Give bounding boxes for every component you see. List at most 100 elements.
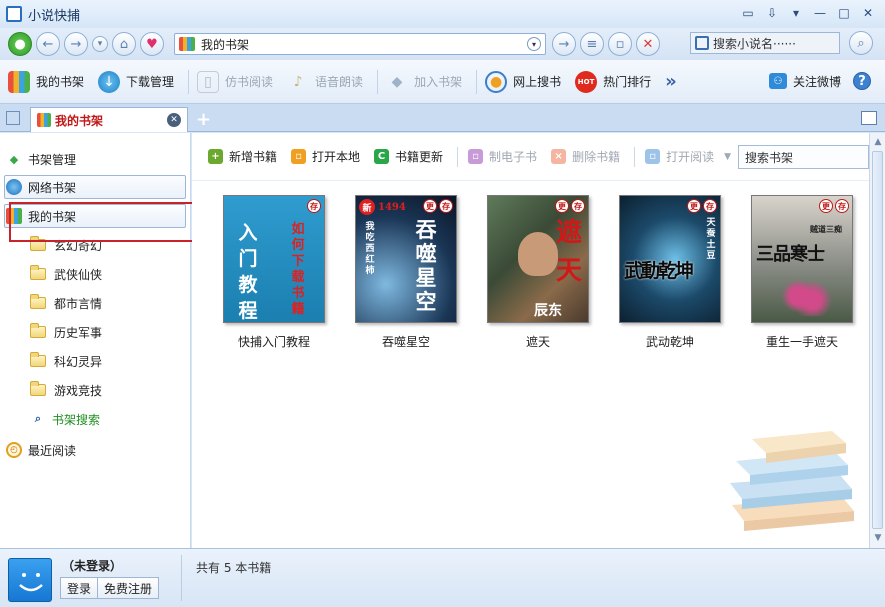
- forward-button[interactable]: →: [64, 32, 88, 56]
- stored-badge: 存: [307, 199, 321, 213]
- home-icon[interactable]: ⌂: [112, 32, 136, 56]
- window-layout-icon[interactable]: [861, 111, 877, 125]
- follow-weibo-button[interactable]: ⚇ 关注微博: [768, 73, 841, 90]
- list-icon[interactable]: ≡: [580, 32, 604, 56]
- tab-my-bookshelf[interactable]: 我的书架 ✕: [30, 107, 188, 132]
- sidebar-item-label: 书架搜索: [52, 412, 101, 427]
- update-badge: 更: [423, 199, 437, 213]
- sidebar-folder-5[interactable]: 游戏竞技: [30, 379, 102, 401]
- folder-icon: [30, 294, 46, 309]
- panel-toggle-icon[interactable]: [6, 111, 20, 125]
- back-button[interactable]: ←: [36, 32, 60, 56]
- toolbar-more[interactable]: »: [665, 71, 677, 92]
- search-icon[interactable]: ⌕: [849, 31, 873, 55]
- book-cover[interactable]: 更 存 武動乾坤 天蚕土豆: [619, 195, 721, 323]
- book-title[interactable]: 遮天: [472, 333, 604, 350]
- toolbar-add-to-shelf[interactable]: ◆ 加入书架: [386, 71, 462, 93]
- more-chevron-icon: »: [665, 71, 677, 92]
- sidebar-item-manage[interactable]: ◆ 书架管理: [6, 148, 76, 170]
- download-globe-icon: ↓: [98, 70, 121, 93]
- history-dropdown-icon[interactable]: ▾: [92, 36, 108, 52]
- toolbar-hot-ranking[interactable]: HOT 热门排行: [575, 70, 651, 93]
- scroll-up-icon[interactable]: ▲: [873, 137, 883, 147]
- new-tab-plus-icon[interactable]: +: [196, 109, 211, 130]
- open-book-icon: ▯: [197, 70, 220, 93]
- book-badges: 更 存: [423, 199, 453, 213]
- book-cover[interactable]: 更 存 三品寒士 贼道三痴: [751, 195, 853, 323]
- window-controls: ▭ ⇩ ▾ — □ ✕: [741, 6, 875, 20]
- book-title[interactable]: 吞噬星空: [340, 333, 472, 350]
- page-icon[interactable]: ▫: [608, 32, 632, 56]
- shelf-toolbar-label: 删除书籍: [572, 150, 621, 164]
- sidebar-item-recent[interactable]: ◴ 最近阅读: [6, 439, 76, 461]
- book-item[interactable]: 存 入门教程 如何下载书籍 快捕入门教程: [208, 195, 340, 350]
- chat-icon[interactable]: ▭: [741, 6, 755, 20]
- toolbar-voice-read[interactable]: ♪ 语音朗读: [287, 71, 363, 93]
- open-read-button[interactable]: ▫ 打开阅读 ▼: [645, 148, 731, 165]
- toolbar-my-bookshelf[interactable]: 我的书架: [8, 70, 84, 93]
- sidebar: ◆ 书架管理 网络书架 我的书架 玄幻奇幻 武侠仙侠 都市言情 历史军事 科幻灵…: [0, 133, 191, 548]
- close-icon[interactable]: ✕: [861, 6, 875, 20]
- shelf-search-input[interactable]: 搜索书架: [738, 145, 869, 169]
- address-dropdown-icon[interactable]: ▾: [527, 37, 541, 51]
- stored-badge: 存: [439, 199, 453, 213]
- sidebar-folder-2[interactable]: 都市言情: [30, 292, 102, 314]
- book-title[interactable]: 快捕入门教程: [208, 333, 340, 350]
- register-button[interactable]: 免费注册: [98, 577, 160, 599]
- sidebar-folder-1[interactable]: 武侠仙侠: [30, 263, 102, 285]
- book-item[interactable]: 更 存 遮天 辰东 遮天: [472, 195, 604, 350]
- open-local-button[interactable]: ▫ 打开本地: [291, 148, 360, 165]
- toolbar-book-reading[interactable]: ▯ 仿书阅读: [197, 70, 273, 93]
- add-books-icon: ◆: [391, 73, 403, 90]
- favorite-heart-icon[interactable]: ♥: [140, 32, 164, 56]
- book-cover[interactable]: 新 1494 更 存 吞噬星空 我吃西红柿: [355, 195, 457, 323]
- book-item[interactable]: 更 存 武動乾坤 天蚕土豆 武动乾坤: [604, 195, 736, 350]
- vertical-scrollbar[interactable]: ▲ ▼: [869, 133, 885, 548]
- update-books-button[interactable]: C 书籍更新: [374, 148, 443, 165]
- book-title[interactable]: 武动乾坤: [604, 333, 736, 350]
- folder-icon: [30, 323, 46, 338]
- address-bar[interactable]: 我的书架 ▾: [174, 33, 546, 55]
- stop-icon[interactable]: ✕: [636, 32, 660, 56]
- sidebar-item-online-shelf[interactable]: 网络书架: [6, 176, 76, 198]
- tab-bar: 我的书架 ✕ +: [0, 104, 885, 132]
- go-button[interactable]: →: [552, 32, 576, 56]
- minimize-icon[interactable]: —: [813, 6, 827, 20]
- sidebar-item-shelf-search[interactable]: ⌕ 书架搜索: [30, 408, 100, 430]
- scroll-down-icon[interactable]: ▼: [873, 533, 883, 543]
- sidebar-item-label: 最近阅读: [28, 443, 77, 458]
- menu-icon[interactable]: ▾: [789, 6, 803, 20]
- maximize-icon[interactable]: □: [837, 6, 851, 20]
- help-icon[interactable]: ?: [853, 72, 871, 90]
- main-toolbar: 我的书架 ↓ 下载管理 ▯ 仿书阅读 ♪ 语音朗读 ◆ 加入书架 ● 网上搜书 …: [0, 60, 885, 104]
- stored-badge: 存: [571, 199, 585, 213]
- book-badges: 更 存: [819, 199, 849, 213]
- add-book-button[interactable]: + 新增书籍: [208, 148, 277, 165]
- user-icon[interactable]: ●: [8, 32, 32, 56]
- stored-badge: 存: [703, 199, 717, 213]
- login-button[interactable]: 登录: [60, 577, 99, 599]
- book-title[interactable]: 重生一手遮天: [736, 333, 868, 350]
- toolbar-label: 下载管理: [126, 75, 175, 89]
- toolbar-download-manager[interactable]: ↓ 下载管理: [98, 70, 175, 93]
- shelf-toolbar-label: 打开本地: [312, 150, 361, 164]
- tab-close-icon[interactable]: ✕: [167, 113, 181, 127]
- scrollbar-thumb[interactable]: [872, 151, 883, 529]
- book-count: 共有 5 本书籍: [196, 561, 272, 575]
- sidebar-folder-4[interactable]: 科幻灵异: [30, 350, 102, 372]
- refresh-icon: C: [374, 149, 390, 164]
- toolbar-online-search[interactable]: ● 网上搜书: [485, 70, 561, 93]
- open-read-dropdown-icon[interactable]: ▼: [724, 152, 731, 162]
- avatar[interactable]: [8, 558, 52, 602]
- book-cover[interactable]: 更 存 遮天 辰东: [487, 195, 589, 323]
- title-bar: 小说快捕 ▭ ⇩ ▾ — □ ✕: [0, 0, 885, 28]
- download-skin-icon[interactable]: ⇩: [765, 6, 779, 20]
- sidebar-folder-3[interactable]: 历史军事: [30, 321, 102, 343]
- book-cover[interactable]: 存 入门教程 如何下载书籍: [223, 195, 325, 323]
- make-ebook-button[interactable]: ▫ 制电子书: [468, 148, 537, 165]
- address-text: 我的书架: [201, 37, 250, 52]
- book-item[interactable]: 更 存 三品寒士 贼道三痴 重生一手遮天: [736, 195, 868, 350]
- novel-search-input[interactable]: 搜索小说名······: [690, 32, 840, 54]
- delete-book-button[interactable]: × 删除书籍: [551, 148, 620, 165]
- book-item[interactable]: 新 1494 更 存 吞噬星空 我吃西红柿 吞噬星空: [340, 195, 472, 350]
